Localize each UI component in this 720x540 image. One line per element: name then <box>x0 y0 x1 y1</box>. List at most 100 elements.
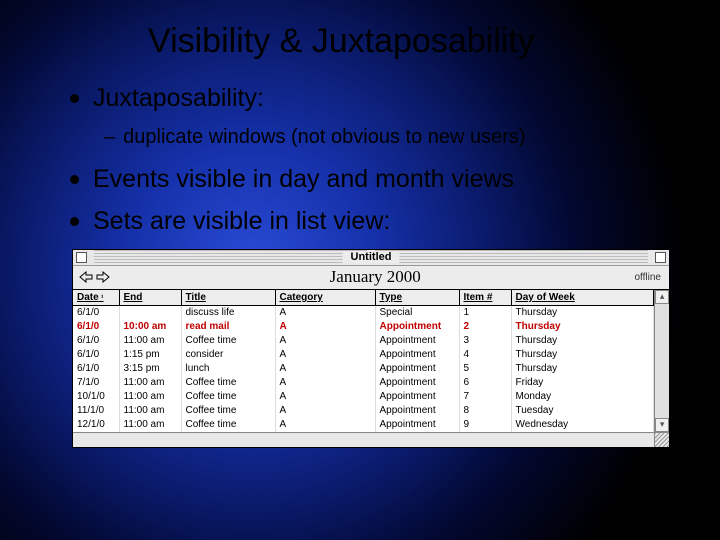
cell-end: 11:00 am <box>119 418 181 432</box>
cell-end: 11:00 am <box>119 390 181 404</box>
cell-dow: Wednesday <box>511 418 654 432</box>
cell-category: A <box>275 320 375 334</box>
cell-item: 7 <box>459 390 511 404</box>
prev-arrow-icon[interactable] <box>79 271 93 283</box>
col-category[interactable]: Category <box>275 290 375 306</box>
window-title: Untitled <box>343 251 400 263</box>
cell-item: 5 <box>459 362 511 376</box>
resize-handle-icon[interactable] <box>654 433 669 447</box>
cell-category: A <box>275 376 375 390</box>
cell-title: discuss life <box>181 305 275 320</box>
cell-dow: Friday <box>511 376 654 390</box>
status-offline: offline <box>634 272 669 283</box>
cell-category: A <box>275 390 375 404</box>
slide-title: Visibility & Juxtaposability <box>0 0 720 73</box>
scroll-up-icon[interactable]: ▴ <box>655 290 669 304</box>
cell-type: Appointment <box>375 362 459 376</box>
cell-item: 2 <box>459 320 511 334</box>
cell-item: 9 <box>459 418 511 432</box>
slide-body: Juxtaposability: – duplicate windows (no… <box>0 73 720 237</box>
col-item[interactable]: Item # <box>459 290 511 306</box>
table-row[interactable]: 10/1/011:00 amCoffee timeAAppointment7Mo… <box>73 390 654 404</box>
titlebar-stripes <box>375 250 648 265</box>
table-row[interactable]: 7/1/011:00 amCoffee timeAAppointment6Fri… <box>73 376 654 390</box>
close-icon[interactable] <box>76 252 87 263</box>
table-row[interactable]: 12/1/011:00 amCoffee timeAAppointment9We… <box>73 418 654 432</box>
cell-date: 7/1/0 <box>73 376 119 390</box>
cell-date: 12/1/0 <box>73 418 119 432</box>
table-header-row: Date End Title Category Type Item # Day … <box>73 290 654 306</box>
cell-category: A <box>275 404 375 418</box>
cell-date: 6/1/0 <box>73 305 119 320</box>
calendar-window: Untitled January 2000 offline Date <box>72 249 670 448</box>
cell-category: A <box>275 305 375 320</box>
bullet-1: Juxtaposability: <box>70 83 670 114</box>
col-end[interactable]: End <box>119 290 181 306</box>
sub-bullet-1: – duplicate windows (not obvious to new … <box>104 124 670 150</box>
cell-type: Appointment <box>375 334 459 348</box>
cell-category: A <box>275 334 375 348</box>
cell-end: 11:00 am <box>119 376 181 390</box>
cell-end: 10:00 am <box>119 320 181 334</box>
cell-type: Appointment <box>375 348 459 362</box>
cell-item: 1 <box>459 305 511 320</box>
table-row[interactable]: 6/1/010:00 amread mailAAppointment2Thurs… <box>73 320 654 334</box>
cell-dow: Thursday <box>511 348 654 362</box>
window-titlebar[interactable]: Untitled <box>73 250 669 266</box>
col-dow[interactable]: Day of Week <box>511 290 654 306</box>
cell-type: Appointment <box>375 390 459 404</box>
cell-title: Coffee time <box>181 334 275 348</box>
events-table: Date End Title Category Type Item # Day … <box>73 290 654 432</box>
col-date[interactable]: Date <box>73 290 119 306</box>
col-title[interactable]: Title <box>181 290 275 306</box>
cell-end: 11:00 am <box>119 334 181 348</box>
col-type[interactable]: Type <box>375 290 459 306</box>
scroll-track[interactable] <box>655 304 669 418</box>
cell-dow: Thursday <box>511 362 654 376</box>
cell-type: Appointment <box>375 404 459 418</box>
toolbar: January 2000 offline <box>73 266 669 290</box>
cell-dow: Thursday <box>511 334 654 348</box>
cell-date: 6/1/0 <box>73 348 119 362</box>
cell-title: lunch <box>181 362 275 376</box>
titlebar-stripes <box>94 250 367 265</box>
next-arrow-icon[interactable] <box>96 271 110 283</box>
cell-dow: Thursday <box>511 305 654 320</box>
cell-category: A <box>275 362 375 376</box>
cell-title: Coffee time <box>181 418 275 432</box>
cell-date: 6/1/0 <box>73 334 119 348</box>
cell-date: 10/1/0 <box>73 390 119 404</box>
bullet-2: Events visible in day and month views <box>70 164 670 195</box>
cell-type: Appointment <box>375 320 459 334</box>
cell-item: 3 <box>459 334 511 348</box>
table-row[interactable]: 11/1/011:00 amCoffee timeAAppointment8Tu… <box>73 404 654 418</box>
bullet-3-text: Sets are visible in list view: <box>93 206 390 237</box>
cell-title: read mail <box>181 320 275 334</box>
bullet-icon <box>70 175 79 184</box>
table-row[interactable]: 6/1/011:00 amCoffee timeAAppointment3Thu… <box>73 334 654 348</box>
zoom-icon[interactable] <box>655 252 666 263</box>
cell-dow: Thursday <box>511 320 654 334</box>
cell-title: Coffee time <box>181 404 275 418</box>
list-view: Date End Title Category Type Item # Day … <box>73 290 669 432</box>
table-row[interactable]: 6/1/0discuss lifeASpecial1Thursday <box>73 305 654 320</box>
bullet-2-text: Events visible in day and month views <box>93 164 514 195</box>
cell-item: 8 <box>459 404 511 418</box>
scroll-down-icon[interactable]: ▾ <box>655 418 669 432</box>
month-label: January 2000 <box>116 267 634 287</box>
bullet-icon <box>70 217 79 226</box>
table-row[interactable]: 6/1/01:15 pmconsiderAAppointment4Thursda… <box>73 348 654 362</box>
table-row[interactable]: 6/1/03:15 pmlunchAAppointment5Thursday <box>73 362 654 376</box>
dash-icon: – <box>104 124 115 150</box>
cell-title: Coffee time <box>181 376 275 390</box>
vertical-scrollbar[interactable]: ▴ ▾ <box>654 290 669 432</box>
cell-end: 11:00 am <box>119 404 181 418</box>
cell-date: 11/1/0 <box>73 404 119 418</box>
cell-category: A <box>275 418 375 432</box>
cell-end: 1:15 pm <box>119 348 181 362</box>
cell-type: Appointment <box>375 418 459 432</box>
cell-dow: Tuesday <box>511 404 654 418</box>
cell-end: 3:15 pm <box>119 362 181 376</box>
cell-item: 6 <box>459 376 511 390</box>
sub-bullet-1-text: duplicate windows (not obvious to new us… <box>123 124 525 150</box>
